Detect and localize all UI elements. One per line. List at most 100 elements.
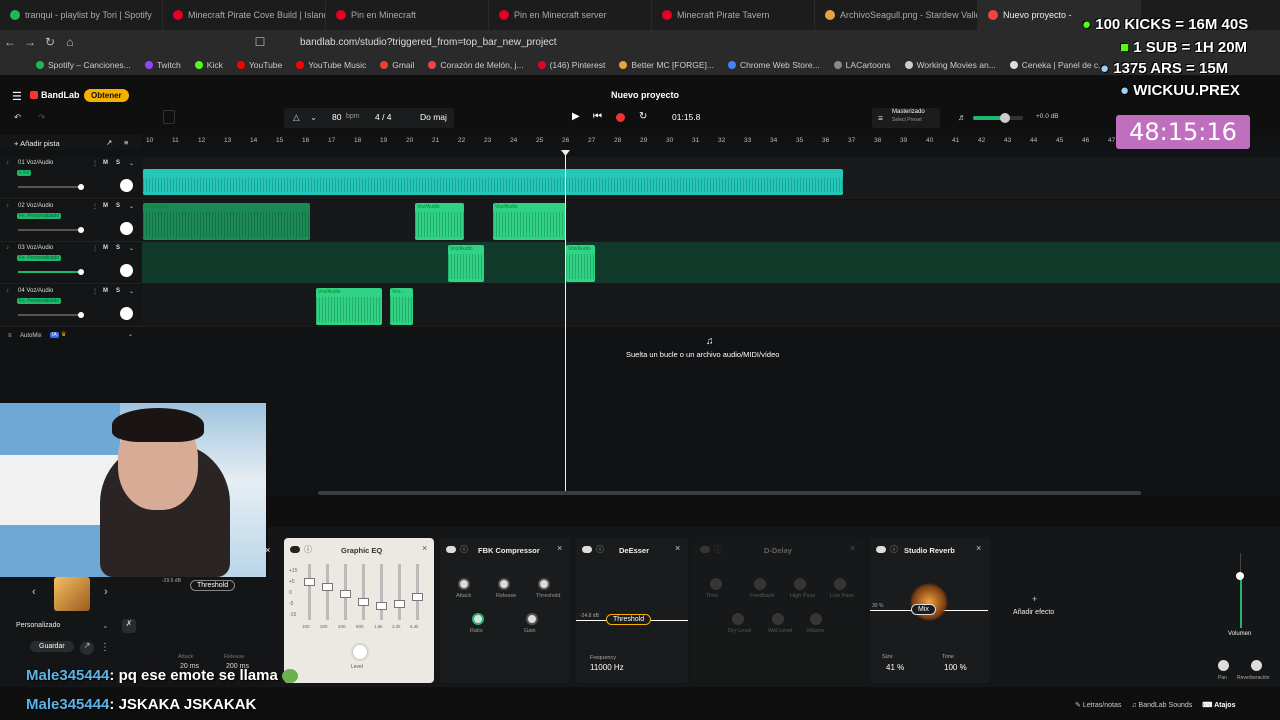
- audio-clip[interactable]: Voz/Audio: [566, 245, 595, 282]
- eq-band-track[interactable]: [308, 564, 311, 620]
- bookmark-item[interactable]: LACartoons: [833, 60, 891, 70]
- share-icon[interactable]: ↗: [80, 641, 94, 655]
- track-lane[interactable]: [142, 157, 1280, 199]
- track-volume-slider[interactable]: [18, 228, 82, 231]
- level-knob[interactable]: [353, 645, 367, 659]
- bookmark-item[interactable]: Twitch: [144, 60, 181, 70]
- track-chevron-icon[interactable]: ⌄: [129, 245, 134, 252]
- preset-name[interactable]: Personalizado: [16, 622, 60, 629]
- eq-band-handle[interactable]: [394, 600, 405, 608]
- eq-band-handle[interactable]: [412, 593, 423, 601]
- eq-band-track[interactable]: [326, 564, 329, 620]
- track-volume-slider[interactable]: [18, 313, 82, 316]
- track-header[interactable]: ♪ 01 Voz/Audio + Fx ⋮ M S ⌄: [0, 157, 142, 199]
- preset-chevron-icon[interactable]: ⌄: [102, 621, 109, 630]
- eq-band-handle[interactable]: [322, 583, 333, 591]
- solo-button[interactable]: S: [116, 288, 120, 294]
- mute-button[interactable]: M: [103, 203, 108, 209]
- fbk-toggle[interactable]: [446, 546, 456, 553]
- ddelay-close-icon[interactable]: ×: [850, 543, 855, 553]
- browser-tab[interactable]: Pin en Minecraft: [326, 0, 489, 30]
- graphic-eq-close-icon[interactable]: ×: [422, 543, 427, 553]
- bookmark-item[interactable]: Working Movies an...: [904, 60, 996, 70]
- audio-clip[interactable]: [143, 169, 843, 195]
- eq-band-track[interactable]: [362, 564, 365, 620]
- bookmark-item[interactable]: Gmail: [380, 60, 414, 70]
- bookmark-item[interactable]: Spotify – Canciones...: [36, 60, 131, 70]
- bookmark-item[interactable]: Better MC [FORGE]...: [619, 60, 714, 70]
- menu-icon[interactable]: ☰: [12, 90, 22, 103]
- key-value[interactable]: Do maj: [420, 112, 447, 122]
- track-lane[interactable]: Voz/Audio Voz/Audio Voz/Audio: [142, 199, 1280, 242]
- track-more-icon[interactable]: ⋮: [92, 245, 98, 252]
- reload-icon[interactable]: ↻: [40, 35, 60, 49]
- audio-clip[interactable]: Voz/Audio: [448, 245, 484, 282]
- track-name[interactable]: 02 Voz/Audio: [18, 203, 53, 209]
- fbk-info-icon[interactable]: ⓘ: [460, 544, 468, 555]
- save-button[interactable]: Guardar: [30, 641, 74, 652]
- track-fx[interactable]: + Fx: [17, 170, 31, 176]
- eq-band-handle[interactable]: [340, 590, 351, 598]
- horizontal-scrollbar[interactable]: [318, 491, 1141, 495]
- eq-band-track[interactable]: [398, 564, 401, 620]
- skip-back-icon[interactable]: ⏮: [593, 111, 602, 122]
- volume-handle[interactable]: [1236, 572, 1244, 580]
- undo-icon[interactable]: ↶: [14, 112, 21, 123]
- close-fx-panel-icon[interactable]: ×: [265, 545, 270, 555]
- master-volume-slider[interactable]: [973, 116, 1023, 120]
- fbk-knob[interactable]: [472, 613, 484, 625]
- pan-knob[interactable]: [1218, 660, 1229, 671]
- ddelay-knob[interactable]: [794, 578, 806, 590]
- track-header[interactable]: ♪ 04 Voz/Audio Fx: Personalizado ⋮ M S ⌄: [0, 284, 142, 327]
- fbk-knob[interactable]: [498, 578, 510, 590]
- track-fx[interactable]: Fx: Personalizado: [17, 212, 62, 219]
- ddelay-knob[interactable]: [754, 578, 766, 590]
- add-track-button[interactable]: + Añadir pista: [14, 139, 60, 148]
- mute-button[interactable]: M: [103, 160, 108, 166]
- audio-clip[interactable]: Voz/Audio: [415, 202, 464, 240]
- mute-button[interactable]: M: [103, 245, 108, 251]
- track-chevron-icon[interactable]: ⌄: [129, 288, 134, 295]
- metronome-icon[interactable]: △: [293, 112, 300, 123]
- bookmark-item[interactable]: (146) Pinterest: [537, 60, 605, 70]
- bookmark-item[interactable]: Corazón de Melón, j...: [428, 60, 524, 70]
- playhead[interactable]: [565, 150, 566, 495]
- eq-band-handle[interactable]: [376, 602, 387, 610]
- prev-preset-icon[interactable]: ‹: [32, 586, 36, 598]
- reverb-info-icon[interactable]: ⓘ: [890, 544, 898, 555]
- ddelay-info-icon[interactable]: ⓘ: [714, 544, 722, 555]
- track-chevron-icon[interactable]: ⌄: [129, 160, 134, 167]
- track-fx[interactable]: Fx: Personalizado: [17, 255, 62, 261]
- shuffle-icon[interactable]: ✗: [122, 619, 136, 633]
- compressor-threshold[interactable]: Threshold: [190, 580, 236, 591]
- ddelay-knob[interactable]: [810, 613, 822, 625]
- track-volume-handle[interactable]: [78, 311, 84, 318]
- fbk-knob[interactable]: [526, 613, 538, 625]
- deesser-threshold[interactable]: Threshold: [606, 614, 652, 625]
- project-title[interactable]: Nuevo proyecto: [611, 90, 679, 100]
- track-volume-slider[interactable]: [18, 271, 82, 273]
- ddelay-knob[interactable]: [710, 578, 722, 590]
- frequency-value[interactable]: 11000 Hz: [590, 663, 624, 672]
- solo-button[interactable]: S: [116, 245, 120, 251]
- track-lane[interactable]: Voz/Audio Voz...: [142, 284, 1280, 327]
- bookmark-item[interactable]: YouTube: [236, 60, 282, 70]
- forward-icon[interactable]: →: [20, 35, 40, 49]
- track-more-icon[interactable]: ⋮: [92, 288, 98, 295]
- back-icon[interactable]: ←: [0, 35, 20, 49]
- audio-clip[interactable]: Voz/Audio: [316, 287, 382, 325]
- fbk-knob[interactable]: [458, 578, 470, 590]
- cursor-tool-icon[interactable]: ↗: [106, 138, 112, 147]
- track-name[interactable]: 01 Voz/Audio: [18, 160, 53, 166]
- audio-clip[interactable]: Voz...: [390, 287, 413, 325]
- eq-band-track[interactable]: [416, 564, 419, 620]
- reverb-knob[interactable]: [1251, 660, 1262, 671]
- graphic-eq-info-icon[interactable]: ⓘ: [304, 544, 312, 555]
- track-more-icon[interactable]: ⋮: [92, 160, 98, 167]
- bookmark-item[interactable]: Chrome Web Store...: [727, 60, 820, 70]
- automix-label[interactable]: AutoMix: [20, 333, 42, 339]
- track-name[interactable]: 03 Voz/Audio: [18, 245, 53, 251]
- solo-button[interactable]: S: [116, 203, 120, 209]
- fbk-close-icon[interactable]: ×: [557, 543, 562, 553]
- shortcuts-button[interactable]: ⌨ Atajos: [1202, 701, 1235, 709]
